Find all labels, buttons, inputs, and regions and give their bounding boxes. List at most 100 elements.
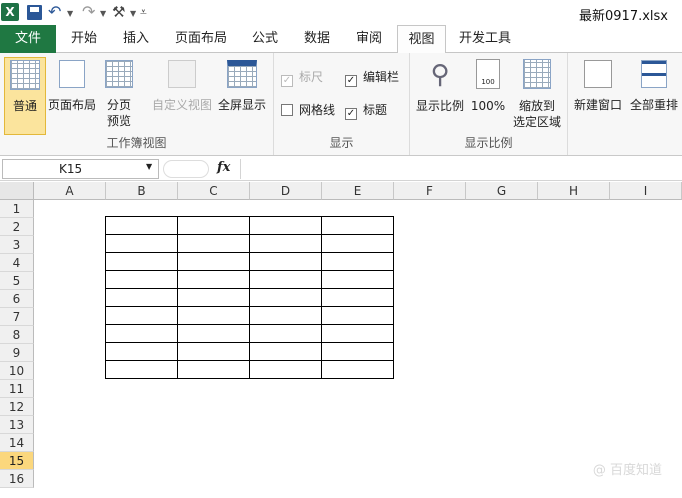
name-box[interactable]: K15 (2, 159, 159, 179)
row-header-16[interactable]: 16 (0, 470, 34, 488)
column-header-b[interactable]: B (106, 182, 178, 200)
cell[interactable] (177, 342, 250, 361)
excel-app-icon[interactable]: X (1, 3, 19, 21)
row-header-3[interactable]: 3 (0, 236, 34, 254)
cell[interactable] (321, 324, 394, 343)
new-window-button[interactable]: 新建窗口 (570, 57, 626, 113)
tab-page-layout[interactable]: 页面布局 (166, 25, 236, 53)
tab-file[interactable]: 文件 (0, 25, 56, 53)
cell[interactable] (105, 342, 178, 361)
gridlines-checkbox[interactable]: 网格线 (281, 102, 335, 118)
cell[interactable] (249, 306, 322, 325)
cell[interactable] (249, 360, 322, 379)
tab-developer[interactable]: 开发工具 (452, 25, 518, 53)
tab-data[interactable]: 数据 (294, 25, 340, 53)
customize-quick-access-icon[interactable]: ⩡ (140, 3, 147, 21)
cell[interactable] (105, 216, 178, 235)
page-layout-button[interactable]: 页面布局 (47, 57, 97, 113)
column-header-e[interactable]: E (322, 182, 394, 200)
tools-dropdown-icon[interactable]: ▼ (130, 5, 136, 23)
cell[interactable] (105, 270, 178, 289)
row-header-12[interactable]: 12 (0, 398, 34, 416)
tab-view[interactable]: 视图 (397, 25, 446, 54)
cell[interactable] (321, 252, 394, 271)
cell[interactable] (321, 306, 394, 325)
cell[interactable] (177, 324, 250, 343)
row-header-8[interactable]: 8 (0, 326, 34, 344)
cell[interactable] (321, 270, 394, 289)
normal-view-button[interactable]: 普通 (4, 57, 46, 135)
row-header-14[interactable]: 14 (0, 434, 34, 452)
formula-bar-resize-handle[interactable] (163, 160, 209, 178)
ruler-checkbox[interactable]: ✓ 标尺 (281, 69, 323, 87)
cell[interactable] (105, 288, 178, 307)
cell[interactable] (105, 360, 178, 379)
formula-input[interactable] (240, 159, 682, 179)
cell[interactable] (249, 234, 322, 253)
cell[interactable] (249, 216, 322, 235)
redo-dropdown-icon[interactable]: ▼ (100, 5, 106, 23)
row-header-2[interactable]: 2 (0, 218, 34, 236)
cell[interactable] (321, 342, 394, 361)
row-header-10[interactable]: 10 (0, 362, 34, 380)
tools-icon[interactable]: ⚒ (112, 3, 125, 21)
tab-review[interactable]: 审阅 (346, 25, 392, 53)
select-all-corner[interactable] (0, 182, 34, 200)
cell[interactable] (177, 252, 250, 271)
cell[interactable] (105, 306, 178, 325)
cell[interactable] (321, 360, 394, 379)
tab-home[interactable]: 开始 (60, 25, 108, 53)
undo-dropdown-icon[interactable]: ▼ (67, 5, 73, 23)
cell[interactable] (177, 270, 250, 289)
cell[interactable] (321, 216, 394, 235)
insert-function-icon[interactable]: fx (217, 160, 230, 175)
column-header-f[interactable]: F (394, 182, 466, 200)
cell[interactable] (105, 324, 178, 343)
row-header-5[interactable]: 5 (0, 272, 34, 290)
column-header-i[interactable]: I (610, 182, 682, 200)
cell[interactable] (321, 234, 394, 253)
cell[interactable] (249, 252, 322, 271)
cell[interactable] (321, 288, 394, 307)
cell[interactable] (105, 234, 178, 253)
column-header-d[interactable]: D (250, 182, 322, 200)
undo-icon[interactable]: ↶ (48, 3, 61, 21)
zoom-to-selection-button[interactable]: 缩放到 选定区域 (510, 57, 564, 130)
column-header-a[interactable]: A (34, 182, 106, 200)
tab-formulas[interactable]: 公式 (242, 25, 288, 53)
custom-views-button[interactable]: 自定义视图 (150, 57, 214, 113)
cell[interactable] (177, 288, 250, 307)
fullscreen-button[interactable]: 全屏显示 (216, 57, 268, 113)
cell[interactable] (177, 360, 250, 379)
zoom-button[interactable]: ⚲ 显示比例 (414, 57, 466, 114)
formula-bar-checkbox[interactable]: ✓ 编辑栏 (345, 69, 399, 87)
row-header-9[interactable]: 9 (0, 344, 34, 362)
zoom-100-button[interactable]: 100 100% (468, 57, 508, 114)
row-header-15-selected[interactable]: 15 (0, 452, 34, 470)
worksheet[interactable]: A B C D E F G H I 1 2 3 4 5 6 7 8 9 10 1… (0, 182, 682, 498)
cell[interactable] (177, 216, 250, 235)
row-header-6[interactable]: 6 (0, 290, 34, 308)
bordered-table[interactable] (105, 216, 394, 379)
headings-checkbox[interactable]: ✓ 标题 (345, 102, 387, 120)
column-header-h[interactable]: H (538, 182, 610, 200)
row-header-1[interactable]: 1 (0, 200, 34, 218)
cell[interactable] (249, 288, 322, 307)
tab-insert[interactable]: 插入 (112, 25, 160, 53)
row-header-11[interactable]: 11 (0, 380, 34, 398)
column-header-c[interactable]: C (178, 182, 250, 200)
cell[interactable] (177, 234, 250, 253)
cell[interactable] (249, 324, 322, 343)
cell[interactable] (105, 252, 178, 271)
arrange-all-button[interactable]: 全部重排 (626, 57, 682, 113)
name-box-dropdown-icon[interactable]: ▼ (146, 162, 152, 171)
column-header-g[interactable]: G (466, 182, 538, 200)
redo-icon[interactable]: ↷ (82, 3, 95, 21)
cell[interactable] (249, 270, 322, 289)
row-header-13[interactable]: 13 (0, 416, 34, 434)
row-header-7[interactable]: 7 (0, 308, 34, 326)
cell[interactable] (177, 306, 250, 325)
save-icon[interactable] (27, 5, 42, 20)
row-header-4[interactable]: 4 (0, 254, 34, 272)
page-break-preview-button[interactable]: 分页 预览 (100, 57, 138, 129)
